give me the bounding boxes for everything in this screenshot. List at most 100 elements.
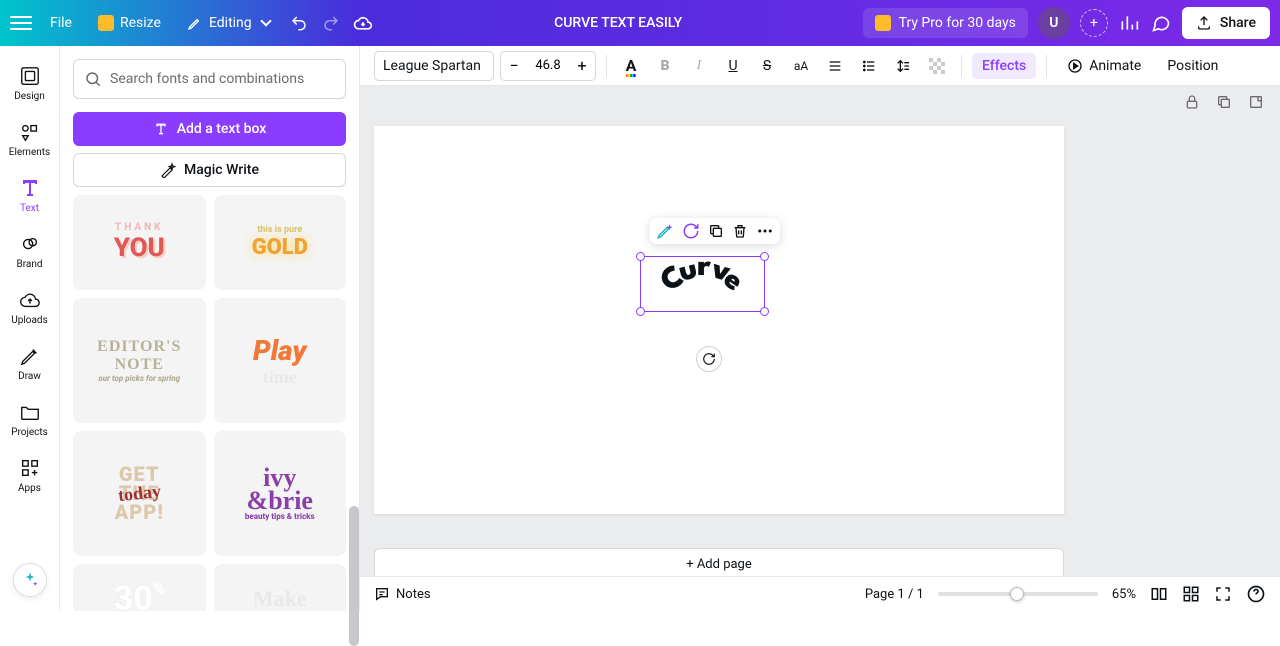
text-template[interactable]: THANK YOU <box>73 195 206 290</box>
sync-icon[interactable] <box>682 222 700 240</box>
text-template[interactable]: ivy &brie beauty tips & tricks <box>214 431 347 556</box>
crown-icon <box>98 15 114 31</box>
resize-button[interactable]: Resize <box>90 9 169 37</box>
rail-label: Draw <box>18 371 41 382</box>
zoom-value: 65% <box>1112 587 1136 602</box>
rail-uploads[interactable]: Uploads <box>0 280 59 334</box>
sparkle-icon <box>21 571 39 589</box>
avatar[interactable]: U <box>1038 7 1070 39</box>
magic-sparkle-button[interactable] <box>13 563 47 597</box>
rail-brand[interactable]: Brand <box>0 224 59 278</box>
fullscreen-icon[interactable] <box>1214 585 1232 603</box>
bold-button[interactable]: B <box>651 52 679 80</box>
text-template[interactable]: this is pure GOLD <box>214 195 347 290</box>
page-indicator: Page 1 / 1 <box>865 587 924 602</box>
text-icon <box>18 176 42 200</box>
add-member-button[interactable]: + <box>1080 9 1108 37</box>
notes-icon <box>374 586 390 602</box>
bottom-bar: Notes Page 1 / 1 65% <box>360 576 1280 611</box>
spacing-button[interactable] <box>889 52 917 80</box>
text-color-button[interactable]: A <box>617 52 645 80</box>
delete-icon[interactable] <box>732 223 748 239</box>
rail-label: Design <box>14 91 45 102</box>
magic-write-button[interactable]: Magic Write <box>73 153 346 187</box>
try-pro-button[interactable]: Try Pro for 30 days <box>863 8 1028 38</box>
search-icon <box>84 70 102 88</box>
left-rail: Design Elements Text Brand Uploads Draw … <box>0 46 60 611</box>
strikethrough-button[interactable]: S <box>753 52 781 80</box>
share-button[interactable]: Share <box>1182 7 1270 39</box>
rail-text[interactable]: Text <box>0 168 59 222</box>
search-input[interactable]: Search fonts and combinations <box>73 59 346 99</box>
canvas-area[interactable]: Curve + Add page <box>360 86 1280 576</box>
duplicate-icon[interactable] <box>708 223 724 239</box>
zoom-slider[interactable] <box>938 592 1098 596</box>
add-text-box-button[interactable]: Add a text box <box>73 112 346 146</box>
comment-icon[interactable] <box>1150 12 1172 34</box>
text-icon <box>153 121 169 137</box>
duplicate-page-icon[interactable] <box>1216 94 1234 112</box>
transparency-button[interactable] <box>923 52 951 80</box>
search-placeholder: Search fonts and combinations <box>110 71 304 87</box>
editing-dropdown[interactable]: Editing <box>179 9 278 37</box>
more-icon[interactable] <box>756 222 774 240</box>
rail-label: Brand <box>16 259 42 270</box>
file-menu[interactable]: File <box>42 9 80 37</box>
page-actions <box>1184 94 1266 112</box>
rail-projects[interactable]: Projects <box>0 392 59 446</box>
font-size-decrease[interactable]: − <box>501 52 527 80</box>
rail-apps[interactable]: Apps <box>0 448 59 502</box>
notes-button[interactable]: Notes <box>374 586 431 602</box>
add-page-icon[interactable] <box>1248 94 1266 112</box>
font-size-input[interactable] <box>527 58 569 73</box>
topbar: File Resize Editing CURVE TEXT EASILY Tr… <box>0 0 1280 46</box>
insights-icon[interactable] <box>1118 12 1140 34</box>
rail-draw[interactable]: Draw <box>0 336 59 390</box>
grid-view-icon[interactable] <box>1182 585 1200 603</box>
lock-icon[interactable] <box>1184 94 1202 112</box>
template-grid: THANK YOU this is pure GOLD EDITOR'S NOT… <box>60 187 359 611</box>
rail-design[interactable]: Design <box>0 56 59 110</box>
document-title[interactable]: CURVE TEXT EASILY <box>554 15 682 31</box>
underline-button[interactable]: U <box>719 52 747 80</box>
italic-button[interactable]: I <box>685 52 713 80</box>
undo-button[interactable] <box>288 12 310 34</box>
design-icon <box>18 64 42 88</box>
page-view-icon[interactable] <box>1150 585 1168 603</box>
text-template[interactable]: GETTHEAPP! today <box>73 431 206 556</box>
curved-text[interactable]: Curve <box>646 260 758 289</box>
animate-icon <box>1067 58 1083 74</box>
uploads-icon <box>18 288 42 312</box>
elements-icon <box>18 120 42 144</box>
text-toolbar: League Spartan − + A B I U S aA Effects … <box>360 46 1280 86</box>
rail-label: Text <box>20 203 39 214</box>
text-template[interactable]: Play time <box>214 298 347 423</box>
menu-icon[interactable] <box>10 12 32 34</box>
text-template[interactable]: EDITOR'S NOTE our top picks for spring <box>73 298 206 423</box>
font-size-stepper[interactable]: − + <box>500 51 596 81</box>
effects-button[interactable]: Effects <box>972 53 1036 79</box>
position-button[interactable]: Position <box>1157 53 1228 79</box>
scrollbar[interactable] <box>349 506 359 646</box>
text-template[interactable]: Make <box>214 564 347 611</box>
font-family-dropdown[interactable]: League Spartan <box>374 51 494 81</box>
add-page-button[interactable]: + Add page <box>374 548 1064 576</box>
font-size-increase[interactable]: + <box>569 52 595 80</box>
floating-toolbar <box>650 218 780 244</box>
bullet-list-button[interactable] <box>855 52 883 80</box>
uppercase-button[interactable]: aA <box>787 52 815 80</box>
animate-button[interactable]: Animate <box>1057 53 1151 79</box>
edit-icon[interactable] <box>656 222 674 240</box>
crown-icon <box>875 15 891 31</box>
cloud-sync-icon[interactable] <box>352 12 374 34</box>
rotate-handle[interactable] <box>696 346 722 372</box>
alignment-button[interactable] <box>821 52 849 80</box>
help-icon[interactable] <box>1246 584 1266 604</box>
rail-label: Projects <box>11 427 48 438</box>
apps-icon <box>18 456 42 480</box>
text-template[interactable]: 30% <box>73 564 206 611</box>
page-canvas[interactable] <box>374 126 1064 514</box>
rail-elements[interactable]: Elements <box>0 112 59 166</box>
redo-button[interactable] <box>320 12 342 34</box>
rail-label: Uploads <box>11 315 47 326</box>
